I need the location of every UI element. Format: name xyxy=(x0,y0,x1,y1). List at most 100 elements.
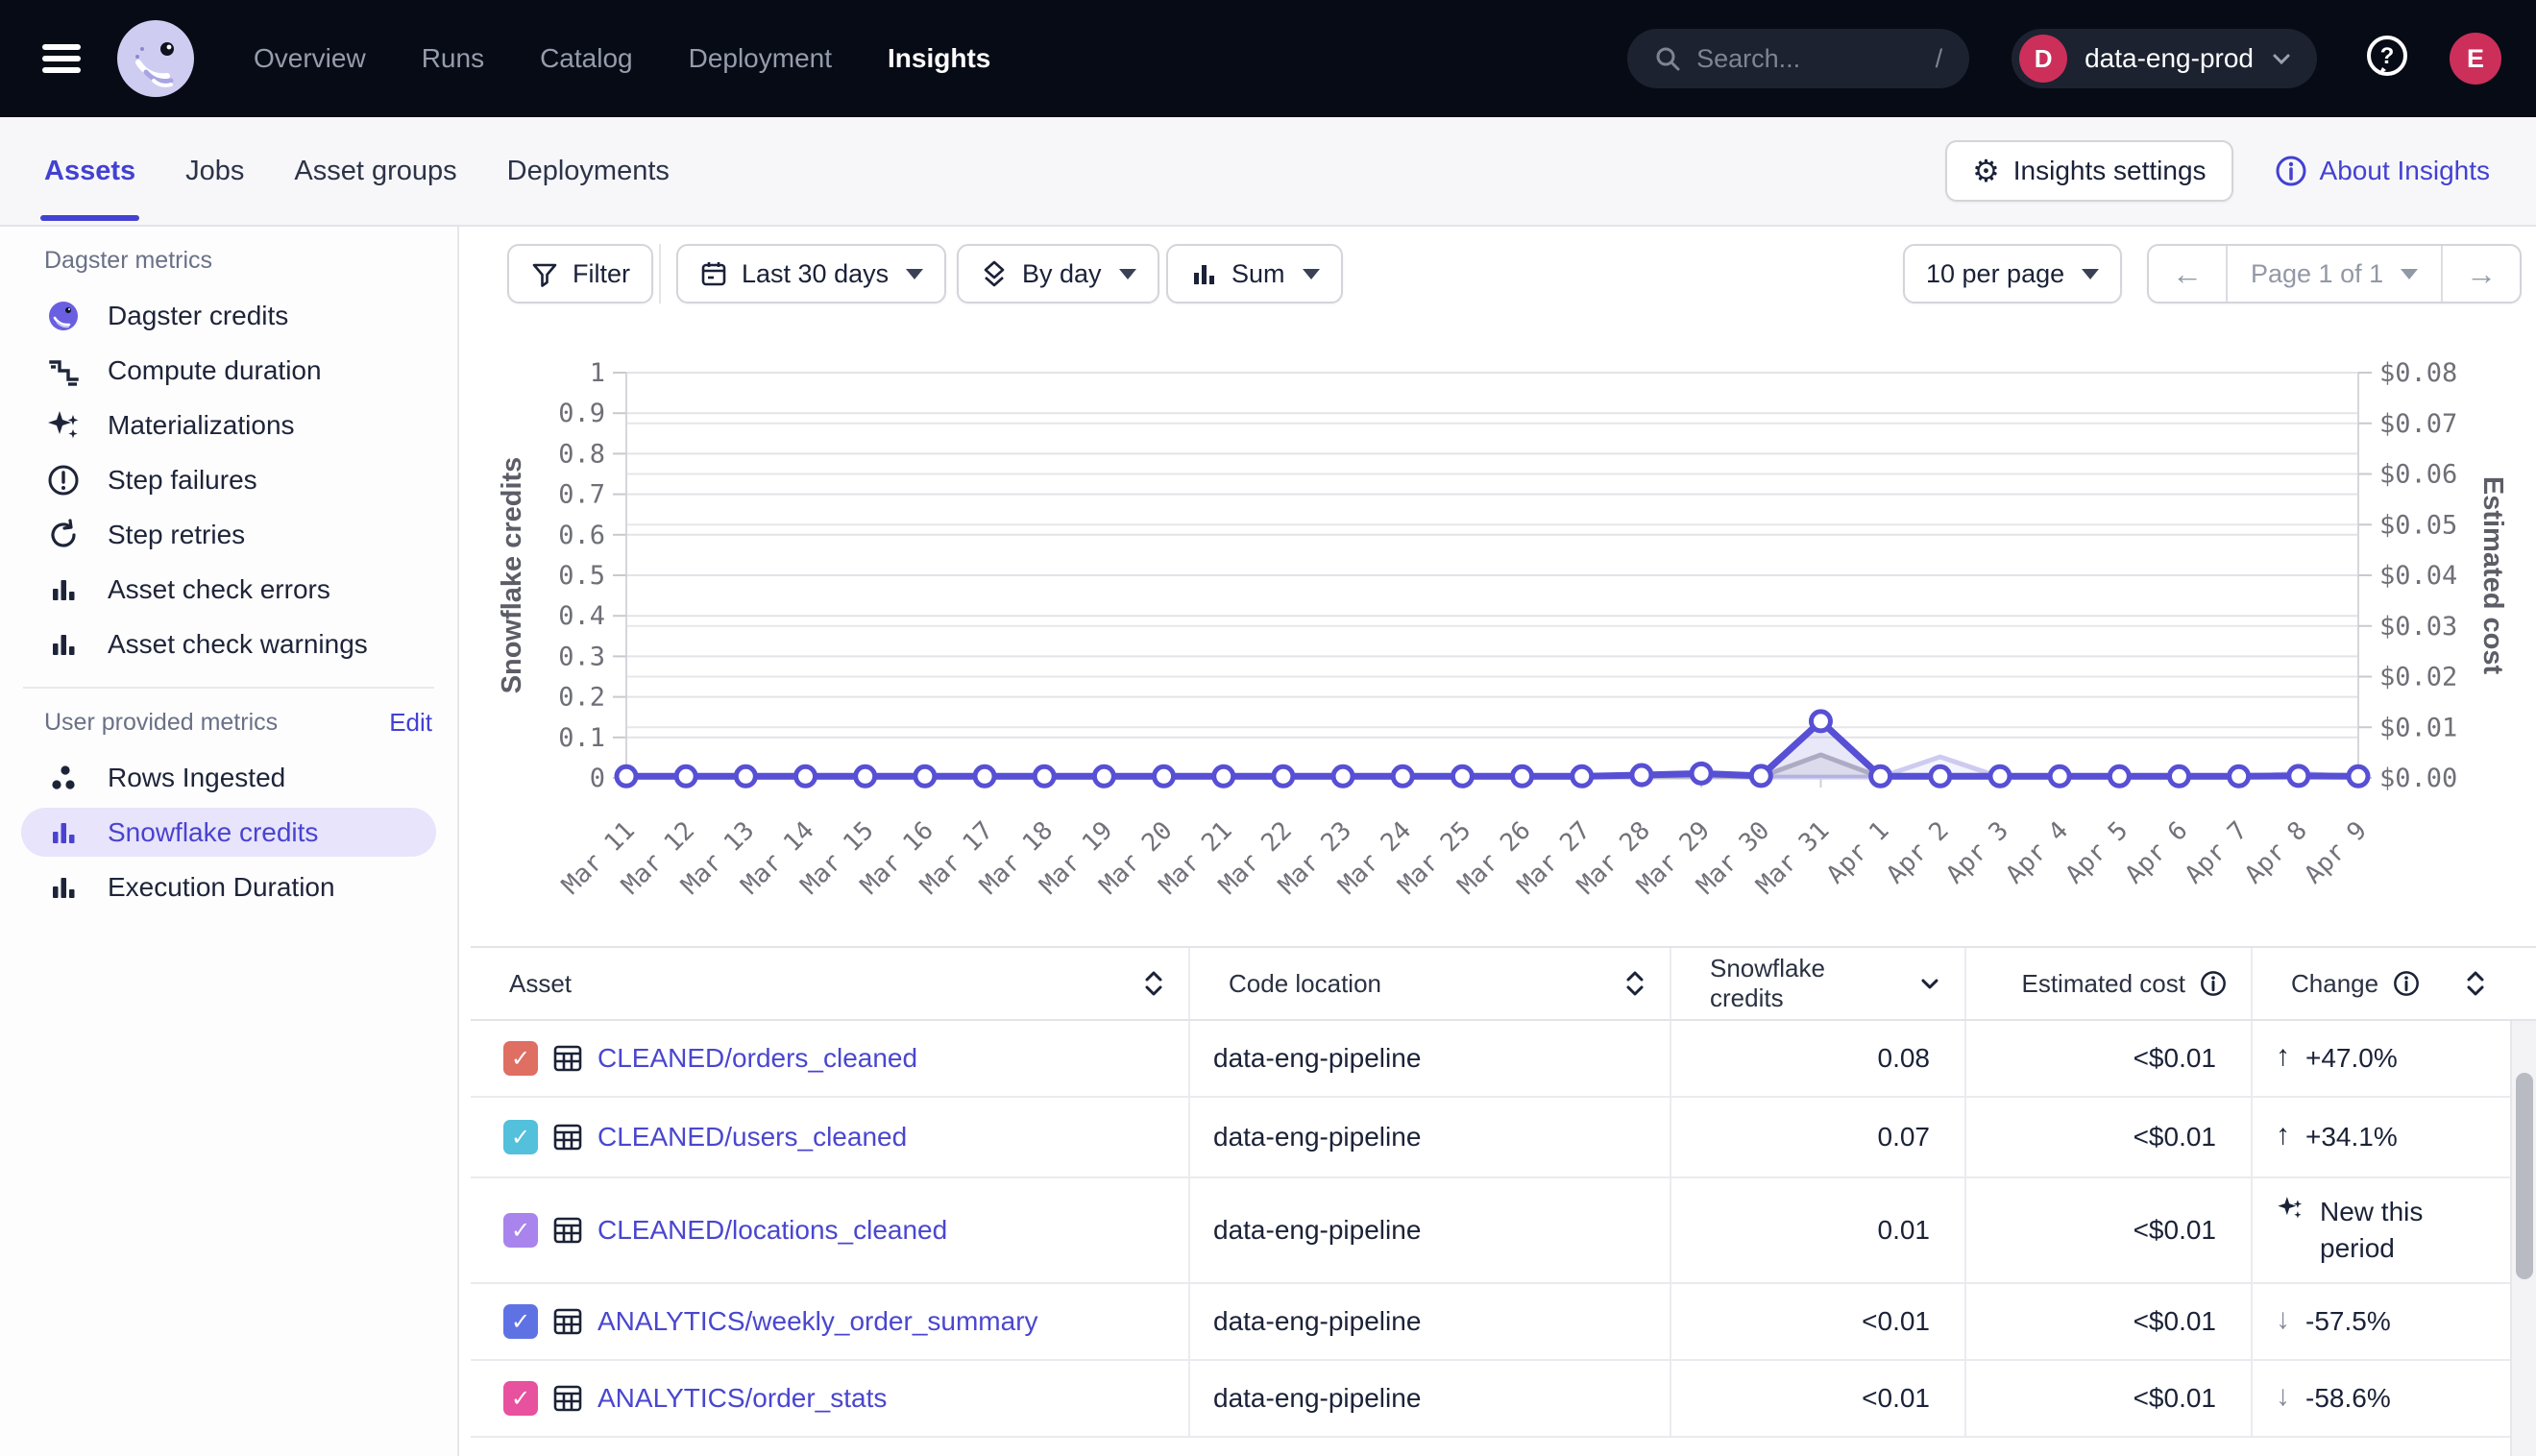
arrow-up-icon: ↑ xyxy=(2276,1040,2290,1072)
sidebar-item-dagster-credits[interactable]: Dagster credits xyxy=(21,288,436,343)
tab-jobs[interactable]: Jobs xyxy=(185,117,244,225)
table-row[interactable]: ✓ CLEANED/orders_cleaned data-eng-pipeli… xyxy=(471,1021,2536,1098)
layers-icon xyxy=(980,259,1009,288)
aggregation-label: Sum xyxy=(1231,259,1285,289)
sidebar-item-snowflake-credits[interactable]: Snowflake credits xyxy=(21,808,436,857)
bars-icon xyxy=(44,813,83,852)
info-icon[interactable] xyxy=(2199,969,2228,998)
steps-icon xyxy=(44,352,83,390)
sidebar-item-materializations[interactable]: Materializations xyxy=(21,398,436,452)
row-checkbox[interactable]: ✓ xyxy=(503,1213,538,1248)
aggregation-dropdown[interactable]: Sum xyxy=(1166,244,1343,303)
dagster-logo-icon[interactable] xyxy=(117,20,194,97)
sidebar-item-rows-ingested[interactable]: Rows Ingested xyxy=(21,750,436,805)
svg-text:0.8: 0.8 xyxy=(558,439,605,469)
bars-icon xyxy=(44,625,83,664)
cost-cell: <$0.01 xyxy=(1966,1284,2253,1359)
table-row[interactable]: ✓ ANALYTICS/order_stats data-eng-pipelin… xyxy=(471,1361,2536,1438)
svg-text:0.3: 0.3 xyxy=(558,642,605,671)
svg-text:$0.08: $0.08 xyxy=(2379,358,2457,388)
search-placeholder: Search... xyxy=(1696,44,1935,74)
nav-link-overview[interactable]: Overview xyxy=(254,43,366,74)
alert-icon xyxy=(44,461,83,499)
scrollbar-thumb[interactable] xyxy=(2516,1073,2533,1279)
change-value: +47.0% xyxy=(2305,1040,2398,1077)
sidebar-item-label: Step failures xyxy=(108,465,257,496)
sort-icon[interactable] xyxy=(1623,969,1646,998)
asset-link[interactable]: CLEANED/locations_cleaned xyxy=(597,1215,947,1246)
insights-settings-button[interactable]: ⚙ Insights settings xyxy=(1945,140,2232,202)
sort-icon[interactable] xyxy=(1142,969,1165,998)
menu-icon[interactable] xyxy=(42,44,81,73)
table-asset-icon xyxy=(551,1042,584,1075)
sidebar-item-compute-duration[interactable]: Compute duration xyxy=(21,343,436,398)
row-checkbox[interactable]: ✓ xyxy=(503,1041,538,1076)
sidebar-section-title: Dagster metrics xyxy=(44,247,212,275)
date-range-dropdown[interactable]: Last 30 days xyxy=(676,244,946,303)
tab-asset-groups[interactable]: Asset groups xyxy=(294,117,456,225)
filter-icon xyxy=(530,259,559,288)
nav-link-runs[interactable]: Runs xyxy=(422,43,484,74)
tab-deployments[interactable]: Deployments xyxy=(507,117,670,225)
about-insights-link[interactable]: About Insights xyxy=(2274,154,2490,188)
column-header-snowflake-credits[interactable]: Snowflake credits xyxy=(1671,948,1966,1019)
insights-settings-label: Insights settings xyxy=(2013,156,2207,186)
sidebar-item-label: Dagster credits xyxy=(108,301,288,331)
column-header-change[interactable]: Change xyxy=(2253,948,2510,1019)
table-row[interactable]: ✓ ANALYTICS/weekly_order_summary data-en… xyxy=(471,1284,2536,1361)
help-button[interactable]: ? xyxy=(2363,33,2411,85)
sparkle-icon xyxy=(44,406,83,445)
change-cell: ↑ +47.0% xyxy=(2276,1040,2398,1077)
sidebar-item-asset-check-errors[interactable]: Asset check errors xyxy=(21,562,436,617)
table-scrollbar[interactable] xyxy=(2510,1021,2536,1456)
chart-toolbar: Filter Last 30 days By day Sum 10 per pa… xyxy=(459,227,2536,323)
filter-button[interactable]: Filter xyxy=(507,244,653,303)
row-checkbox[interactable]: ✓ xyxy=(503,1304,538,1339)
sidebar-item-label: Step retries xyxy=(108,520,245,550)
column-header-asset[interactable]: Asset xyxy=(471,948,1190,1019)
org-switcher[interactable]: D data-eng-prod xyxy=(2012,29,2317,88)
info-icon[interactable] xyxy=(2392,969,2421,998)
tab-assets[interactable]: Assets xyxy=(44,117,135,225)
column-header-code-location[interactable]: Code location xyxy=(1190,948,1671,1019)
asset-link[interactable]: CLEANED/users_cleaned xyxy=(597,1122,907,1153)
column-header-estimated-cost[interactable]: Estimated cost xyxy=(1966,948,2253,1019)
svg-text:0.1: 0.1 xyxy=(558,723,605,753)
row-checkbox[interactable]: ✓ xyxy=(503,1381,538,1416)
nav-link-insights[interactable]: Insights xyxy=(888,43,990,74)
divider xyxy=(659,244,661,303)
page-indicator-label: Page 1 of 1 xyxy=(2251,259,2383,289)
credits-chart[interactable]: 00.10.20.30.40.50.60.70.80.91$0.00$0.01$… xyxy=(459,317,2536,941)
row-checkbox[interactable]: ✓ xyxy=(503,1120,538,1154)
prev-page-button[interactable]: ← xyxy=(2149,246,2226,302)
asset-link[interactable]: ANALYTICS/order_stats xyxy=(597,1383,887,1414)
credits-cell: 0.01 xyxy=(1671,1178,1966,1282)
user-avatar[interactable]: E xyxy=(2450,33,2501,85)
date-range-label: Last 30 days xyxy=(742,259,889,289)
asset-link[interactable]: CLEANED/orders_cleaned xyxy=(597,1043,917,1074)
change-value: -57.5% xyxy=(2305,1303,2391,1340)
code-location-cell: data-eng-pipeline xyxy=(1190,1284,1671,1359)
sort-icon[interactable] xyxy=(2464,969,2487,998)
asset-link[interactable]: ANALYTICS/weekly_order_summary xyxy=(597,1306,1038,1337)
group-by-dropdown[interactable]: By day xyxy=(957,244,1159,303)
sidebar-item-execution-duration[interactable]: Execution Duration xyxy=(21,860,436,914)
primary-nav: Overview Runs Catalog Deployment Insights xyxy=(254,43,990,74)
nav-link-catalog[interactable]: Catalog xyxy=(540,43,633,74)
table-row[interactable]: ✓ CLEANED/users_cleaned data-eng-pipelin… xyxy=(471,1098,2536,1178)
per-page-dropdown[interactable]: 10 per page xyxy=(1903,244,2122,303)
search-input[interactable]: Search... / xyxy=(1627,29,1969,88)
next-page-button[interactable]: → xyxy=(2443,246,2520,302)
svg-text:Apr 4: Apr 4 xyxy=(2001,816,2075,890)
table-row[interactable]: ✓ CLEANED/locations_cleaned data-eng-pip… xyxy=(471,1178,2536,1284)
caret-down-icon xyxy=(1119,269,1136,279)
dots-icon xyxy=(44,759,83,797)
sidebar-item-step-retries[interactable]: Step retries xyxy=(21,507,436,562)
sidebar-item-asset-check-warnings[interactable]: Asset check warnings xyxy=(21,617,436,671)
edit-metrics-link[interactable]: Edit xyxy=(389,708,432,738)
page-indicator-dropdown[interactable]: Page 1 of 1 xyxy=(2226,246,2443,302)
bar-chart-icon xyxy=(1189,259,1218,288)
nav-link-deployment[interactable]: Deployment xyxy=(689,43,832,74)
sort-desc-icon[interactable] xyxy=(1918,972,1941,995)
sidebar-item-step-failures[interactable]: Step failures xyxy=(21,452,436,507)
